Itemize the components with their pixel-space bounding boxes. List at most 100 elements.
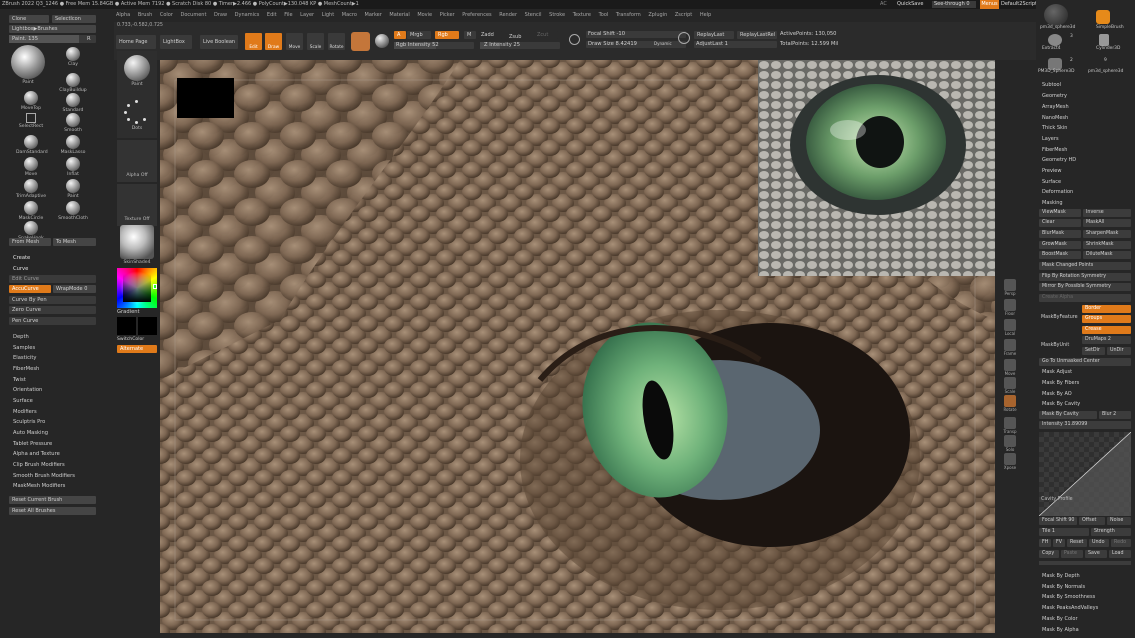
menu-picker[interactable]: Picker <box>440 12 455 18</box>
a-toggle[interactable]: A <box>394 31 406 39</box>
switch-color-button[interactable]: SwitchColor <box>117 336 144 344</box>
mask-by-fibers-section[interactable]: Mask By Fibers <box>1039 379 1132 388</box>
menu-stencil[interactable]: Stencil <box>525 12 542 18</box>
brush-paint-small[interactable]: Paint <box>58 179 88 200</box>
load-curve-button[interactable]: Load <box>1109 550 1131 558</box>
xpose-button[interactable]: Xpose <box>999 452 1021 474</box>
redo-curve-button[interactable]: Redo <box>1111 539 1131 547</box>
accucurve-toggle[interactable]: AccuCurve <box>9 285 51 293</box>
surface-section[interactable]: Surface <box>1039 178 1132 187</box>
mask-adjust-section[interactable]: Mask Adjust <box>1039 368 1132 377</box>
mask-all-button[interactable]: MaskAll <box>1083 219 1131 227</box>
brush-damstandard[interactable]: DamStandard <box>16 135 48 156</box>
blur-mask-button[interactable]: BlurMask <box>1039 230 1081 238</box>
brush-move[interactable]: Move <box>16 157 46 178</box>
grow-mask-button[interactable]: GrowMask <box>1039 241 1081 249</box>
undo-curve-button[interactable]: Undo <box>1089 539 1109 547</box>
section-maskmesh-modifiers[interactable]: MaskMesh Modifiers <box>13 482 65 490</box>
menu-macro[interactable]: Macro <box>342 12 357 18</box>
alternate-toggle[interactable]: Alternate <box>117 345 157 353</box>
zsub-toggle[interactable]: Zsub <box>506 33 530 41</box>
section-modifiers[interactable]: Modifiers <box>13 408 37 416</box>
rotate-mode-button[interactable]: Rotate <box>328 33 345 50</box>
paste-curve-button[interactable]: Paste <box>1061 550 1083 558</box>
mask-by-color-section[interactable]: Mask By Color <box>1039 615 1132 624</box>
brush-smoothcloth[interactable]: SmoothCloth <box>58 201 88 222</box>
undir-button[interactable]: UnDir <box>1107 347 1131 355</box>
mask-by-smoothness-section[interactable]: Mask By Smoothness <box>1039 593 1132 602</box>
reset-all-brushes-button[interactable]: Reset All Brushes <box>9 507 96 515</box>
to-mesh-button[interactable]: To Mesh <box>53 238 96 246</box>
deformation-section[interactable]: Deformation <box>1039 188 1132 197</box>
fh-button[interactable]: FH <box>1039 539 1051 547</box>
blur-slider[interactable]: Blur 2 <box>1099 411 1131 419</box>
fv-button[interactable]: FV <box>1053 539 1065 547</box>
section-depth[interactable]: Depth <box>13 333 29 341</box>
menu-transform[interactable]: Transform <box>616 12 641 18</box>
document-canvas[interactable] <box>160 60 995 633</box>
section-samples[interactable]: Samples <box>13 344 35 352</box>
preview-section[interactable]: Preview <box>1039 167 1132 176</box>
masking-section[interactable]: Masking <box>1039 199 1132 208</box>
replay-last-rel-button[interactable]: ReplayLastRel <box>737 31 777 39</box>
geometry-hd-section[interactable]: Geometry HD <box>1039 156 1132 165</box>
thick-skin-section[interactable]: Thick Skin <box>1039 124 1132 133</box>
copy-curve-button[interactable]: Copy <box>1039 550 1059 558</box>
brush-claybuildup[interactable]: ClayBuildup <box>58 73 88 94</box>
mask-by-alpha-section[interactable]: Mask By Alpha <box>1039 626 1132 635</box>
mask-peaks-valleys-section[interactable]: Mask PeaksAndValleys <box>1039 604 1132 613</box>
section-orientation[interactable]: Orientation <box>13 386 42 394</box>
wrapmode-slider[interactable]: WrapMode 0 <box>53 285 96 293</box>
shrink-mask-button[interactable]: ShrinkMask <box>1083 241 1131 249</box>
replay-last-button[interactable]: ReplayLast <box>694 31 734 39</box>
edit-mode-button[interactable]: Edit <box>245 33 262 50</box>
menu-edit[interactable]: Edit <box>267 12 277 18</box>
shelf-stroke-slot[interactable]: Dots <box>117 96 157 138</box>
select-icon-button[interactable]: SelectIcon <box>52 15 96 23</box>
menu-movie[interactable]: Movie <box>417 12 432 18</box>
quicksave-button[interactable]: QuickSave <box>897 0 923 9</box>
extract-tool-icon[interactable] <box>1048 34 1062 46</box>
strength-slider[interactable]: Strength <box>1091 528 1131 536</box>
menu-dynamics[interactable]: Dynamics <box>235 12 260 18</box>
mrgb-toggle[interactable]: Mrgb <box>407 31 431 39</box>
menu-draw[interactable]: Draw <box>214 12 227 18</box>
brush-maskcircle[interactable]: MaskCircle <box>16 201 46 222</box>
rgb-toggle[interactable]: Rgb <box>435 31 459 39</box>
groups-toggle[interactable]: Groups <box>1082 315 1131 323</box>
menu-tool[interactable]: Tool <box>599 12 609 18</box>
brush-inflat[interactable]: Inflat <box>58 157 88 178</box>
reset-current-brush-button[interactable]: Reset Current Brush <box>9 496 96 504</box>
subtool-section[interactable]: Subtool <box>1039 81 1132 90</box>
intensity-slider[interactable]: Intensity 31.89099 <box>1039 421 1131 429</box>
save-curve-button[interactable]: Save <box>1085 550 1107 558</box>
section-tablet-pressure[interactable]: Tablet Pressure <box>13 440 52 448</box>
shelf-brush-slot[interactable]: Paint <box>117 51 157 97</box>
menu-color[interactable]: Color <box>160 12 173 18</box>
brush-clay[interactable]: Clay <box>58 47 88 68</box>
boost-mask-button[interactable]: BoostMask <box>1039 251 1081 259</box>
dilute-mask-button[interactable]: DiluteMask <box>1083 251 1131 259</box>
nanomesh-section[interactable]: NanoMesh <box>1039 114 1132 123</box>
menu-light[interactable]: Light <box>322 12 334 18</box>
focal-shift-curve-slider[interactable]: Focal Shift 90 <box>1039 517 1077 525</box>
shelf-texture-slot[interactable]: Texture Off <box>117 184 157 226</box>
fibermesh-section[interactable]: FiberMesh <box>1039 146 1132 155</box>
draw-mode-button[interactable]: Draw <box>265 33 282 50</box>
sharpen-mask-button[interactable]: SharpenMask <box>1083 230 1131 238</box>
mirror-possible-symmetry-button[interactable]: Mirror By Possible Symmetry <box>1039 283 1131 291</box>
menu-zplugin[interactable]: Zplugin <box>648 12 667 18</box>
menu-layer[interactable]: Layer <box>300 12 314 18</box>
menu-material[interactable]: Material <box>389 12 409 18</box>
simplebrush-tool-icon[interactable] <box>1096 10 1110 24</box>
drumaps-slider[interactable]: DruMaps 2 <box>1082 336 1131 344</box>
section-twist[interactable]: Twist <box>13 376 26 384</box>
setdir-button[interactable]: SetDir <box>1082 347 1105 355</box>
layers-section[interactable]: Layers <box>1039 135 1132 144</box>
zadd-toggle[interactable]: Zadd <box>478 31 502 39</box>
section-fibermesh[interactable]: FiberMesh <box>13 365 39 373</box>
section-auto-masking[interactable]: Auto Masking <box>13 429 48 437</box>
menu-render[interactable]: Render <box>499 12 517 18</box>
create-section[interactable]: Create <box>13 254 30 262</box>
shelf-alpha-slot[interactable]: Alpha Off <box>117 140 157 182</box>
